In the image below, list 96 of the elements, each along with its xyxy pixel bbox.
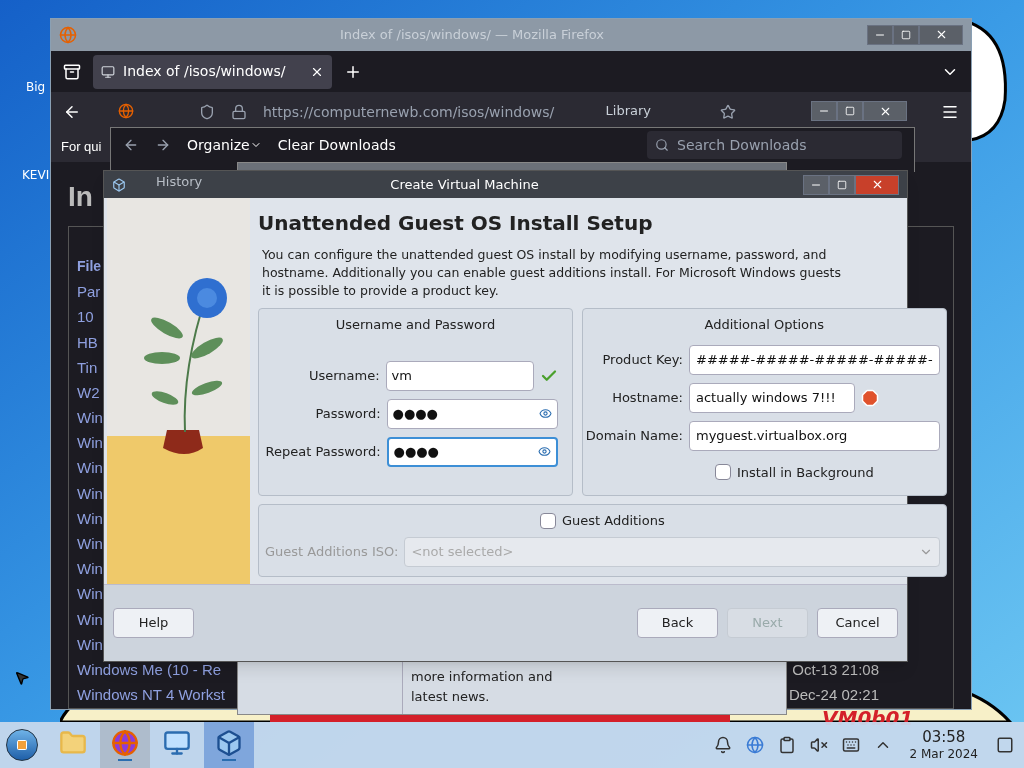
file-link[interactable]: Win (77, 583, 103, 606)
minimize-button[interactable] (811, 101, 837, 121)
keyboard-icon[interactable] (841, 736, 860, 754)
file-link[interactable]: W2 (77, 381, 100, 405)
show-desktop-icon[interactable] (996, 736, 1014, 754)
eye-icon[interactable] (538, 445, 551, 458)
notification-icon[interactable] (713, 736, 732, 754)
monitor-icon (163, 729, 191, 757)
field-label: Product Key: (601, 350, 683, 369)
checkbox-label: Guest Additions (561, 512, 665, 530)
maximize-icon (901, 29, 911, 40)
toolbar-menu-button[interactable]: Organize (187, 134, 262, 156)
file-link[interactable]: Tin (77, 356, 98, 380)
clipboard-icon[interactable] (777, 736, 796, 754)
close-button[interactable] (855, 174, 899, 195)
file-link[interactable]: Windows Me (10 - Re (77, 658, 222, 682)
url-field[interactable]: https://computernewb.com/isos/windows/ (263, 101, 555, 123)
field-label: Guest Additions ISO: (265, 542, 399, 561)
desktop-icon-label[interactable]: Big (26, 78, 46, 96)
input-field[interactable]: ●●●● (386, 398, 558, 429)
eye-icon[interactable] (539, 407, 552, 420)
taskbar-app-button[interactable] (100, 722, 150, 768)
maximize-button[interactable] (837, 101, 863, 121)
group-title: Username and Password (335, 316, 496, 334)
maximize-icon (845, 106, 855, 116)
table-cell-text: Oct-13 21:08 (792, 659, 879, 680)
folder-icon (59, 729, 87, 757)
search-icon (655, 138, 669, 152)
input-field[interactable]: myguest.virtualbox.org (689, 420, 940, 451)
field-label: Password: (314, 404, 381, 423)
table-cell-text: Dec-24 02:21 (788, 685, 879, 706)
maximize-icon (837, 179, 847, 190)
column-header: File (77, 256, 102, 276)
file-link[interactable]: 10 (77, 306, 94, 329)
input-field[interactable]: ●●●● (386, 436, 558, 467)
cube-icon (215, 729, 243, 757)
page-heading: Unattended Guest OS Install Setup (258, 210, 654, 237)
minimize-button[interactable] (867, 24, 893, 45)
file-link[interactable]: Win (77, 608, 103, 632)
back-icon[interactable] (123, 137, 139, 153)
file-link[interactable]: Win (77, 533, 103, 556)
field-label: Hostname: (611, 388, 683, 407)
muted-speaker-icon[interactable] (809, 736, 828, 754)
desktop-icon-label[interactable]: KEVI (22, 166, 50, 184)
welcome-text: more information and latest news. (411, 668, 554, 706)
file-link[interactable]: Win (77, 457, 103, 480)
cube-icon (112, 177, 126, 192)
file-link[interactable]: Windows NT 4 Workst (77, 684, 225, 707)
file-link[interactable]: HB (77, 331, 98, 355)
mouse-cursor-icon (14, 670, 30, 686)
field-label: Repeat Password: (264, 442, 381, 461)
star-icon[interactable] (720, 104, 737, 121)
shield-icon[interactable] (199, 104, 215, 121)
file-link[interactable]: Win (77, 482, 103, 506)
globe-icon (111, 729, 139, 757)
bookmarks-message: For qui (61, 138, 102, 157)
minimize-button[interactable] (803, 174, 829, 195)
window-title: Library (605, 102, 651, 121)
window-title: Index of /isos/windows/ — Mozilla Firefox (338, 26, 606, 45)
running-indicator (222, 759, 236, 761)
description-text: You can configure the unattended guest OS install by modifying username, password, and hostname. Additionally you can enable guest additions install. For Microsoft Windows guests it is possible to provide a product key. (261, 246, 843, 300)
file-link[interactable]: Win (77, 432, 103, 455)
running-indicator (118, 759, 132, 761)
input-field[interactable]: #####-#####-#####-#####- (689, 344, 940, 375)
dialog-button[interactable]: Back (637, 608, 718, 638)
dialog-button[interactable]: Cancel (817, 608, 898, 638)
page-heading: In (68, 179, 93, 214)
lock-icon (231, 104, 247, 121)
input-field[interactable]: vm (385, 360, 534, 391)
maximize-button[interactable] (829, 174, 855, 195)
start-button[interactable] (6, 729, 38, 761)
file-link[interactable]: Par (77, 281, 101, 304)
search-field[interactable]: Search Downloads (647, 131, 902, 159)
clock[interactable]: 03:58 2 Mar 2024 (905, 728, 982, 762)
maximize-button[interactable] (893, 24, 919, 45)
checkbox-label: Install in Background (736, 463, 874, 482)
field-label: Username: (307, 366, 380, 385)
file-link[interactable]: Win (77, 633, 103, 657)
toolbar-menu-button[interactable]: Clear Downloads (277, 134, 396, 156)
globe-icon[interactable] (745, 736, 764, 754)
dialog-button[interactable]: Help (113, 608, 194, 638)
field-label: Domain Name: (584, 426, 683, 445)
file-link[interactable]: Win (77, 558, 103, 581)
input-field[interactable]: actually windows 7!!! (689, 382, 855, 413)
page-icon (101, 64, 115, 79)
globe-icon (118, 103, 134, 119)
globe-icon (59, 25, 77, 44)
forward-icon[interactable] (155, 137, 171, 153)
taskbar-app-button[interactable] (204, 722, 254, 768)
file-link[interactable]: Win (77, 407, 103, 430)
window-title: Create Virtual Machine (390, 175, 539, 194)
sidebar-item[interactable]: History (156, 172, 203, 192)
file-link[interactable]: Win (77, 507, 103, 531)
browser-tab[interactable]: Index of /isos/windows/ (93, 54, 332, 89)
group-title: Additional Options (704, 316, 825, 334)
checkbox[interactable] (714, 464, 731, 481)
